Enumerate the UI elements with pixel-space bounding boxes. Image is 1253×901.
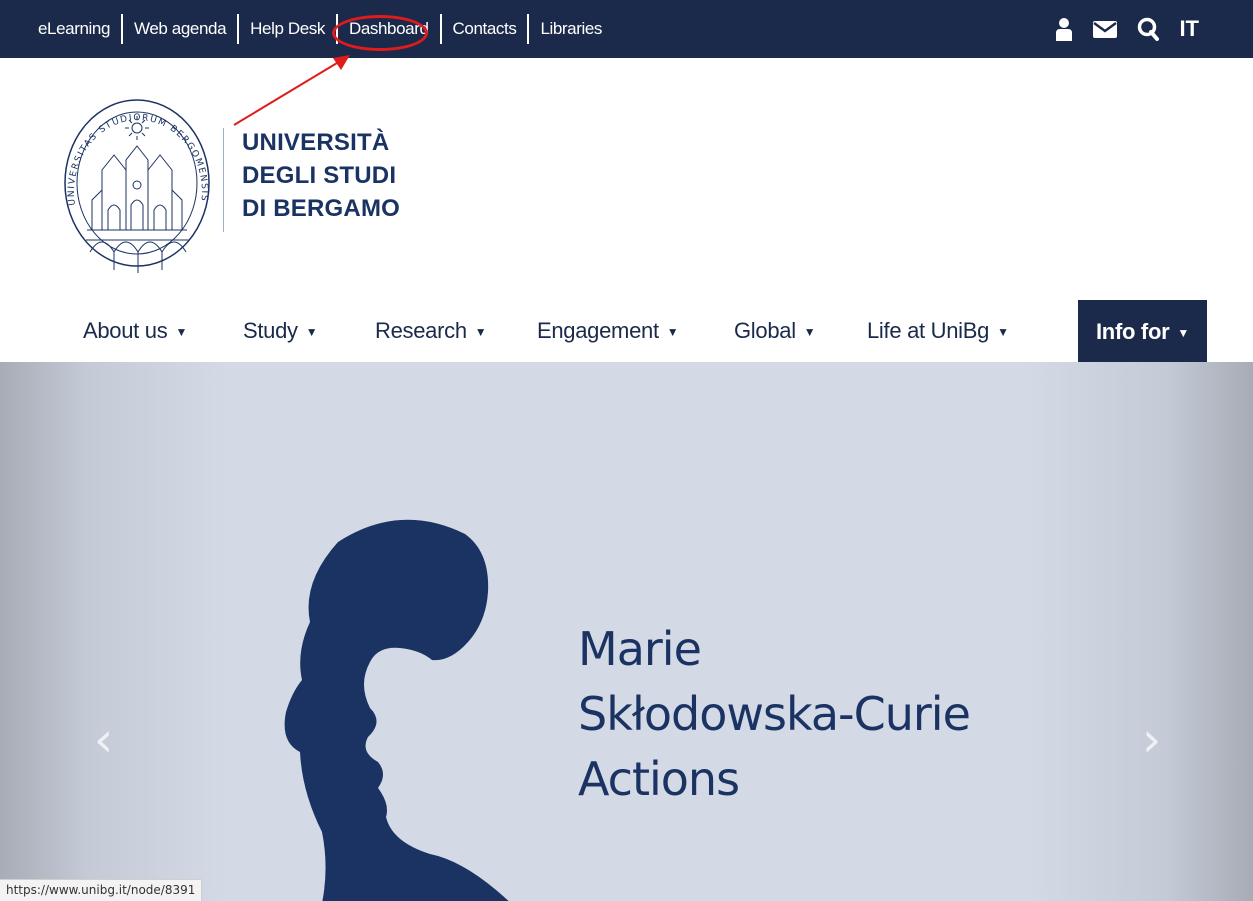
nav-life-at-unibg[interactable]: Life at UniBg ▼: [867, 306, 1009, 356]
caret-down-icon: ▼: [803, 325, 816, 340]
user-icon[interactable]: [1055, 17, 1073, 41]
logo-divider: [223, 128, 224, 232]
nav-label: Engagement: [537, 318, 659, 343]
nav-about-us[interactable]: About us ▼: [83, 306, 187, 356]
caret-down-icon: ▼: [175, 325, 188, 340]
carousel-prev-arrow-icon[interactable]: ‹: [94, 712, 113, 768]
logo-line-2: DEGLI STUDI: [242, 162, 397, 189]
hero-title-line-1: Marie: [578, 622, 702, 676]
logo-line-3: DI BERGAMO: [242, 195, 400, 222]
top-link-elearning[interactable]: eLearning: [27, 14, 121, 44]
top-utility-bar: eLearning Web agenda Help Desk Dashboard…: [0, 0, 1253, 58]
svg-text:UNIVERSITAS STUDIORUM BERGOMEN: UNIVERSITAS STUDIORUM BERGOMENSIS: [67, 113, 209, 206]
main-navigation: About us ▼ Study ▼ Research ▼ Engagement ▼ G…: [0, 300, 1253, 363]
top-link-libraries[interactable]: Libraries: [529, 14, 613, 44]
language-toggle[interactable]: IT: [1179, 16, 1199, 42]
nav-engagement[interactable]: Engagement ▼: [537, 306, 679, 356]
caret-down-icon: ▼: [666, 325, 679, 340]
hero-title-line-2: Skłodowska-Curie: [578, 687, 971, 741]
nav-label: Research: [375, 318, 467, 343]
annotation-circle: [332, 15, 428, 51]
hero-carousel: Marie Skłodowska-Curie Actions ‹ ›: [0, 362, 1253, 901]
hero-title[interactable]: Marie Skłodowska-Curie Actions: [578, 617, 971, 812]
university-seal-logo[interactable]: UNIVERSITAS STUDIORUM BERGOMENSIS: [62, 80, 212, 280]
logo-line-1: UNIVERSITÀ: [242, 129, 390, 156]
browser-status-url: https://www.unibg.it/node/8391: [0, 879, 203, 901]
university-name-logo[interactable]: UNIVERSITÀ DEGLI STUDI DI BERGAMO: [242, 126, 400, 225]
search-icon[interactable]: [1137, 17, 1160, 41]
nav-label: About us: [83, 318, 168, 343]
nav-study[interactable]: Study ▼: [243, 306, 318, 356]
portrait-silhouette-image: [284, 519, 509, 901]
nav-label: Study: [243, 318, 298, 343]
mail-icon[interactable]: [1093, 19, 1118, 39]
top-link-contacts[interactable]: Contacts: [442, 14, 528, 44]
caret-down-icon: ▼: [305, 325, 318, 340]
caret-down-icon: ▼: [997, 325, 1009, 340]
nav-global[interactable]: Global ▼: [734, 306, 816, 356]
seal-text: UNIVERSITAS STUDIORUM BERGOMENSIS: [67, 113, 209, 206]
nav-label: Life at UniBg: [867, 318, 990, 343]
nav-research[interactable]: Research ▼: [375, 306, 487, 356]
caret-down-icon: ▼: [1177, 325, 1189, 340]
nav-label: Info for: [1096, 319, 1170, 344]
nav-info-for[interactable]: Info for ▼: [1078, 300, 1207, 363]
carousel-next-arrow-icon[interactable]: ›: [1142, 712, 1161, 768]
caret-down-icon: ▼: [474, 325, 487, 340]
nav-label: Global: [734, 318, 796, 343]
hero-title-line-3: Actions: [578, 752, 740, 806]
top-link-web-agenda[interactable]: Web agenda: [123, 14, 237, 44]
top-link-help-desk[interactable]: Help Desk: [239, 14, 336, 44]
top-icons: IT: [1055, 0, 1199, 58]
